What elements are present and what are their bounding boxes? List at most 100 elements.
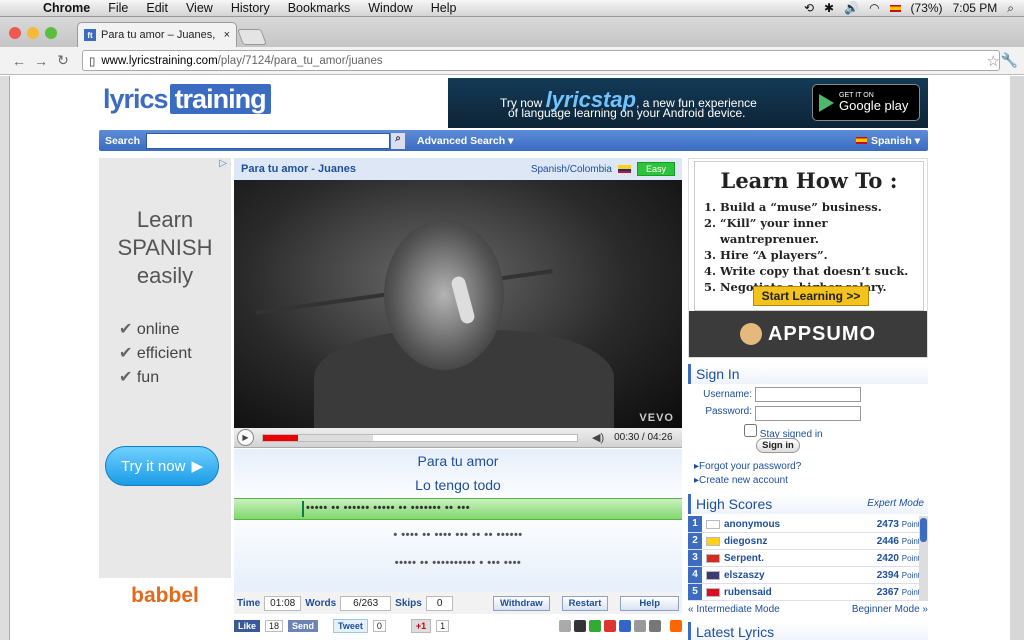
back-icon[interactable]: ←: [8, 53, 30, 69]
menu-bookmarks[interactable]: Bookmarks: [279, 1, 360, 15]
close-window-button[interactable]: [9, 27, 21, 39]
ad-list-item: Write copy that doesn’t suck.: [720, 263, 923, 279]
username-input[interactable]: [755, 387, 861, 402]
share-icon[interactable]: [634, 620, 646, 632]
menu-edit[interactable]: Edit: [137, 1, 177, 15]
help-button[interactable]: Help: [620, 595, 679, 611]
zoom-window-button[interactable]: [45, 27, 57, 39]
player-controls: ▶ ◀) 00:30 / 04:26: [234, 428, 682, 448]
create-account-link[interactable]: ▸Create new account: [694, 475, 788, 486]
clock[interactable]: 7:05 PM: [953, 1, 998, 15]
words-value: 6/263: [340, 595, 392, 611]
lyric-line-next: • •••• •• •••• ••• •• •• ••••••: [393, 529, 523, 541]
lyrics-player: Para tu amor - Juanes Spanish/Colombia Ea…: [234, 158, 682, 636]
url-domain: www.lyricstraining.com: [101, 54, 218, 67]
intermediate-mode-link[interactable]: « Intermediate Mode: [688, 604, 780, 615]
lyric-line-next: ••••• •• •••••••••• • ••• ••••: [394, 557, 522, 569]
expert-mode-link[interactable]: Expert Mode: [867, 494, 928, 514]
time-value: 01:08: [264, 595, 302, 611]
highscores-list: 1 anonymous 2473 Points 2 diegosnz 2446 Poin…: [688, 516, 928, 601]
advanced-search-link[interactable]: Advanced Search ▾: [417, 135, 513, 147]
facebook-send-button[interactable]: Send: [288, 620, 319, 632]
menu-app-name[interactable]: Chrome: [34, 1, 99, 15]
forgot-password-link[interactable]: ▸Forgot your password?: [694, 461, 801, 472]
reload-icon[interactable]: ↻: [52, 52, 74, 69]
password-input[interactable]: [755, 406, 861, 421]
start-learning-button[interactable]: Start Learning >>: [753, 286, 869, 306]
appsumo-logo: APPSUMO: [689, 311, 927, 357]
menu-view[interactable]: View: [177, 1, 222, 15]
try-it-now-button[interactable]: Try it now ▶: [105, 446, 219, 486]
time-machine-icon[interactable]: ⟲: [804, 1, 814, 15]
words-label: Words: [305, 597, 337, 609]
song-title[interactable]: Para tu amor - Juanes: [241, 163, 356, 175]
input-flag-icon[interactable]: [889, 4, 901, 12]
add-share-icon[interactable]: [670, 620, 682, 632]
myspace-share-icon[interactable]: [574, 620, 586, 632]
minimize-window-button[interactable]: [27, 27, 39, 39]
menu-file[interactable]: File: [99, 1, 137, 15]
babbel-ad[interactable]: ▷ LearnSPANISHeasily online efficient fu…: [99, 158, 231, 628]
adchoices-icon[interactable]: ▷: [219, 158, 227, 169]
stumble-share-icon[interactable]: [604, 620, 616, 632]
play-button[interactable]: ▶: [237, 429, 254, 446]
wifi-icon[interactable]: ◠: [869, 1, 879, 15]
battery-status[interactable]: (73%): [911, 1, 943, 15]
tab-title: Para tu amor – Juanes, Music: [101, 29, 219, 41]
email-share-icon[interactable]: [559, 620, 571, 632]
like-count: 18: [265, 620, 284, 632]
browser-tab[interactable]: ft Para tu amor – Juanes, Music ×: [77, 22, 237, 47]
plus-count: 1: [436, 620, 450, 632]
facebook-like-button[interactable]: Like: [234, 620, 261, 632]
close-tab-icon[interactable]: ×: [224, 29, 230, 41]
score-row[interactable]: 1 anonymous 2473 Points: [688, 516, 928, 533]
share-icon[interactable]: [589, 620, 601, 632]
forward-icon[interactable]: →: [30, 53, 52, 69]
search-icon[interactable]: ⌕: [391, 132, 406, 149]
latest-lyrics-heading: Latest Lyrics: [688, 622, 928, 640]
volume-icon[interactable]: 🔊: [844, 1, 859, 15]
tweet-count: 0: [372, 620, 386, 632]
scores-scrollbar[interactable]: [919, 516, 928, 600]
score-row[interactable]: 5 rubensaid 2367 Points: [688, 584, 928, 601]
google-plus-button[interactable]: +1: [410, 619, 432, 633]
stay-signed-in-checkbox[interactable]: [744, 424, 757, 437]
tweet-button[interactable]: Tweet: [333, 619, 368, 633]
progress-bar[interactable]: [262, 433, 578, 442]
withdraw-button[interactable]: Withdraw: [492, 595, 550, 611]
google-play-badge[interactable]: GET IT ON Google play: [812, 84, 920, 121]
difficulty-badge: Easy: [636, 162, 675, 176]
beginner-mode-link[interactable]: Beginner Mode »: [852, 604, 928, 615]
current-lyric-line[interactable]: ••••• •• •••••• ••••• •• ••••••• •• •••: [234, 498, 682, 520]
lyricstap-banner[interactable]: Try now lyricstap, a new fun experience …: [448, 78, 928, 128]
menu-history[interactable]: History: [222, 1, 279, 15]
print-icon[interactable]: [649, 620, 661, 632]
signin-heading: Sign In: [688, 364, 928, 384]
volume-button[interactable]: ◀): [592, 431, 604, 444]
restart-button[interactable]: Restart: [561, 595, 609, 611]
address-bar[interactable]: ▯ www.lyricstraining.com/play/7124/para_…: [82, 50, 1000, 71]
signin-button[interactable]: Sign in: [756, 438, 800, 453]
music-video[interactable]: VEVO: [234, 180, 682, 428]
new-tab-button[interactable]: [237, 29, 267, 45]
site-logo[interactable]: lyrics training: [103, 84, 271, 115]
highscores-heading: High Scores Expert Mode: [688, 494, 928, 514]
search-input[interactable]: [146, 132, 391, 149]
bluetooth-icon[interactable]: ✱: [824, 1, 834, 15]
delicious-share-icon[interactable]: [619, 620, 631, 632]
wrench-icon[interactable]: 🔧: [1001, 52, 1018, 69]
menu-window[interactable]: Window: [359, 1, 421, 15]
browser-toolbar: ← → ↻ ▯ www.lyricstraining.com/play/7124…: [0, 47, 1024, 75]
bookmark-star-icon[interactable]: ☆: [987, 52, 1000, 70]
ad-bullet: fun: [119, 366, 192, 390]
password-label: Password:: [705, 406, 752, 417]
appsumo-ad[interactable]: Learn How To : Build a “muse” business. …: [688, 158, 928, 358]
arrow-right-icon: ▶: [191, 458, 203, 475]
favicon-icon: ft: [84, 29, 96, 41]
menu-help[interactable]: Help: [422, 1, 466, 15]
spotlight-icon[interactable]: ⌕: [1007, 1, 1014, 16]
score-row[interactable]: 3 Serpent. 2420 Points: [688, 550, 928, 567]
score-row[interactable]: 2 diegosnz 2446 Points: [688, 533, 928, 550]
language-select[interactable]: Spanish ▾: [855, 135, 928, 147]
score-row[interactable]: 4 elszaszy 2394 Points: [688, 567, 928, 584]
